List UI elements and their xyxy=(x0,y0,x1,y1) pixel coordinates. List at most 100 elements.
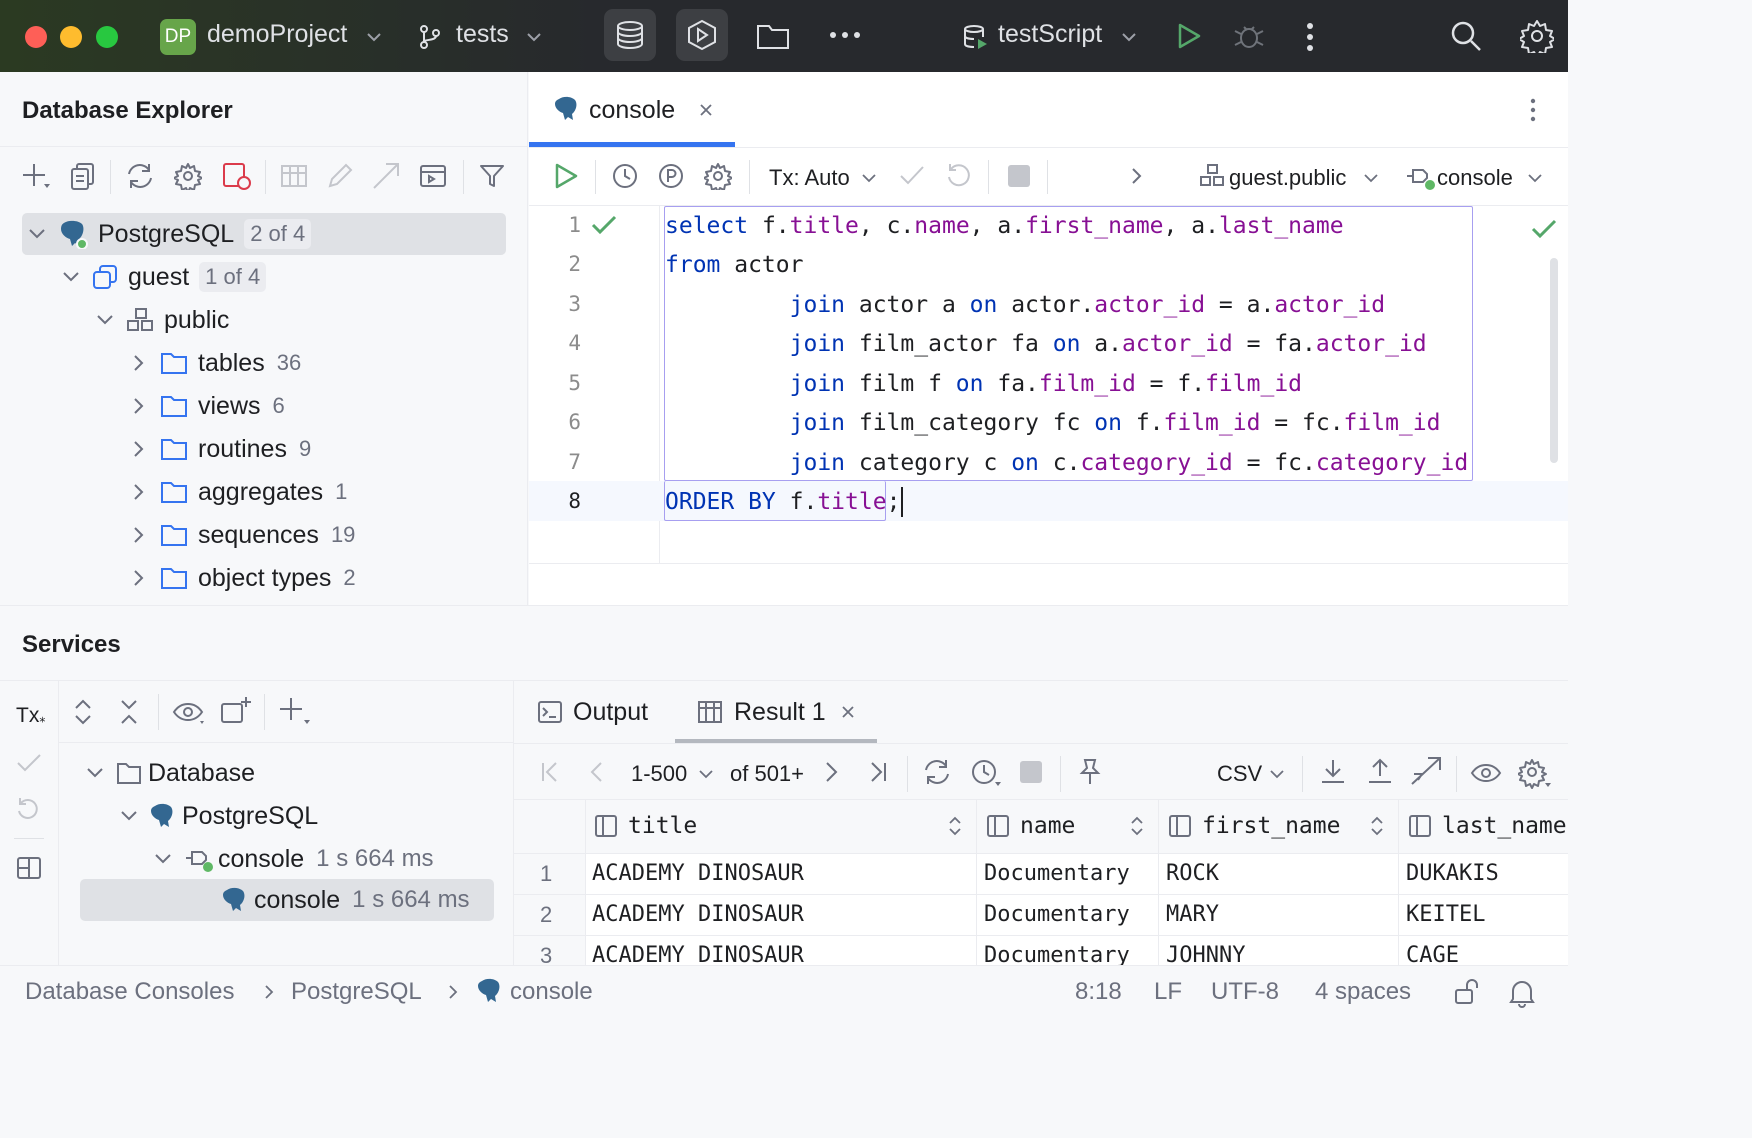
duplicate-icon[interactable] xyxy=(70,162,96,190)
service-node-postgresql[interactable]: PostgreSQL xyxy=(120,795,318,837)
next-page-icon[interactable] xyxy=(824,761,840,783)
layout-icon[interactable] xyxy=(16,856,42,880)
chevron-right-icon[interactable] xyxy=(130,483,148,501)
collapse-all-icon[interactable] xyxy=(118,698,140,726)
table-cell[interactable]: ROCK xyxy=(1166,854,1394,894)
add-service-icon[interactable] xyxy=(278,696,312,726)
tree-node-public[interactable]: public xyxy=(96,299,229,341)
chevron-right-icon[interactable] xyxy=(130,526,148,544)
console-icon[interactable] xyxy=(419,162,447,190)
notifications-icon[interactable] xyxy=(1508,978,1536,1008)
chevron-down-icon[interactable] xyxy=(366,30,382,44)
close-tab-icon[interactable] xyxy=(841,705,855,719)
session-selector[interactable]: console xyxy=(1437,165,1513,191)
chevron-down-icon[interactable] xyxy=(120,807,138,825)
filter-icon[interactable] xyxy=(478,162,506,190)
commit-icon[interactable] xyxy=(16,752,42,774)
transaction-mode[interactable]: Tx: Auto xyxy=(769,165,850,191)
close-window-button[interactable] xyxy=(25,26,47,48)
pin-icon[interactable] xyxy=(1078,758,1102,786)
close-tab-icon[interactable] xyxy=(699,103,713,117)
settings-icon[interactable] xyxy=(704,162,732,190)
tree-node-views[interactable]: views 6 xyxy=(130,385,285,427)
compare-icon[interactable] xyxy=(1410,756,1444,788)
project-switcher[interactable]: demoProject xyxy=(207,20,347,49)
disconnect-icon[interactable] xyxy=(222,162,252,190)
chevron-down-icon[interactable] xyxy=(1270,769,1284,779)
refresh-icon[interactable] xyxy=(125,162,155,190)
chevron-down-icon[interactable] xyxy=(526,30,542,44)
sort-icon[interactable] xyxy=(1130,816,1144,836)
service-node-console[interactable]: console 1 s 664 ms xyxy=(154,838,434,880)
code-line-2[interactable]: from actor xyxy=(665,247,803,283)
more-icon[interactable] xyxy=(828,30,862,40)
editor-scrollbar[interactable] xyxy=(1550,258,1558,463)
chevron-right-icon[interactable] xyxy=(1131,167,1143,185)
chevron-down-icon[interactable] xyxy=(154,850,172,868)
services-tool-button[interactable] xyxy=(676,9,728,61)
lock-icon[interactable] xyxy=(1453,978,1481,1006)
chevron-down-icon[interactable] xyxy=(1364,173,1378,183)
code-line-6[interactable]: join film_category fc on f.film_id = fc.… xyxy=(665,405,1441,441)
add-icon[interactable] xyxy=(22,162,52,190)
schema-selector[interactable]: guest.public xyxy=(1229,165,1346,191)
branch-switcher[interactable]: tests xyxy=(456,20,509,49)
table-cell[interactable]: ACADEMY DINOSAUR xyxy=(592,854,972,894)
indent-setting[interactable]: 4 spaces xyxy=(1315,978,1411,1006)
rollback-icon[interactable] xyxy=(946,162,972,190)
database-tool-button[interactable] xyxy=(604,9,656,61)
page-range[interactable]: 1-500 xyxy=(631,761,687,787)
tree-node-aggregates[interactable]: aggregates 1 xyxy=(130,471,347,513)
code-line-5[interactable]: join film f on fa.film_id = f.film_id xyxy=(665,366,1302,402)
chevron-right-icon[interactable] xyxy=(130,440,148,458)
upload-icon[interactable] xyxy=(1367,758,1393,786)
tree-node-tables[interactable]: tables 36 xyxy=(130,342,301,384)
code-line-1[interactable]: select f.title, c.name, a.first_name, a.… xyxy=(665,208,1344,244)
tree-node-postgresql[interactable]: PostgreSQL 2 of 4 xyxy=(28,213,312,255)
more-vertical-icon[interactable] xyxy=(1529,98,1537,122)
chevron-down-icon[interactable] xyxy=(86,764,104,782)
tree-node-object-types[interactable]: object types 2 xyxy=(130,557,356,599)
code-line-7[interactable]: join category c on c.category_id = fc.ca… xyxy=(665,445,1469,481)
eye-icon[interactable] xyxy=(172,701,206,725)
history-icon[interactable] xyxy=(970,758,1002,788)
sort-icon[interactable] xyxy=(948,816,962,836)
edit-icon[interactable] xyxy=(326,162,354,190)
tab-result[interactable]: Result 1 xyxy=(734,698,826,727)
tree-node-routines[interactable]: routines 9 xyxy=(130,428,311,470)
code-line-8[interactable]: ORDER BY f.title; xyxy=(665,484,900,520)
export-format[interactable]: CSV xyxy=(1217,761,1262,787)
breadcrumb-item[interactable]: PostgreSQL xyxy=(291,978,422,1006)
minimize-window-button[interactable] xyxy=(60,26,82,48)
chevron-down-icon[interactable] xyxy=(28,225,46,243)
line-separator[interactable]: LF xyxy=(1154,978,1182,1006)
table-cell[interactable]: Documentary xyxy=(984,895,1154,935)
file-encoding[interactable]: UTF-8 xyxy=(1211,978,1279,1006)
tab-output[interactable]: Output xyxy=(573,698,648,727)
caret-position[interactable]: 8:18 xyxy=(1075,978,1122,1006)
editor-tab-console[interactable]: console xyxy=(589,96,675,125)
eye-icon[interactable] xyxy=(1470,762,1502,786)
zoom-window-button[interactable] xyxy=(96,26,118,48)
rollback-icon[interactable] xyxy=(16,796,42,822)
transaction-button[interactable]: Tx⁎ xyxy=(16,704,45,728)
more-vertical-icon[interactable] xyxy=(1305,22,1315,52)
previous-page-icon[interactable] xyxy=(588,761,604,783)
jump-to-query-console-icon[interactable] xyxy=(372,162,402,190)
table-icon[interactable] xyxy=(280,164,308,188)
expand-all-icon[interactable] xyxy=(72,698,94,726)
column-header-title[interactable]: title xyxy=(594,813,697,839)
column-header-name[interactable]: name xyxy=(986,813,1075,839)
stop-icon[interactable] xyxy=(1020,761,1042,783)
chevron-right-icon[interactable] xyxy=(130,397,148,415)
settings-icon[interactable] xyxy=(174,162,202,190)
search-icon[interactable] xyxy=(1450,20,1482,52)
chevron-down-icon[interactable] xyxy=(62,268,80,286)
table-cell[interactable]: Documentary xyxy=(984,854,1154,894)
settings-icon[interactable] xyxy=(1518,758,1552,790)
refresh-icon[interactable] xyxy=(922,758,952,786)
tree-node-guest[interactable]: guest 1 of 4 xyxy=(62,256,267,298)
chevron-down-icon[interactable] xyxy=(1528,173,1542,183)
first-page-icon[interactable] xyxy=(540,761,560,783)
code-line-3[interactable]: join actor a on actor.actor_id = a.actor… xyxy=(665,287,1385,323)
